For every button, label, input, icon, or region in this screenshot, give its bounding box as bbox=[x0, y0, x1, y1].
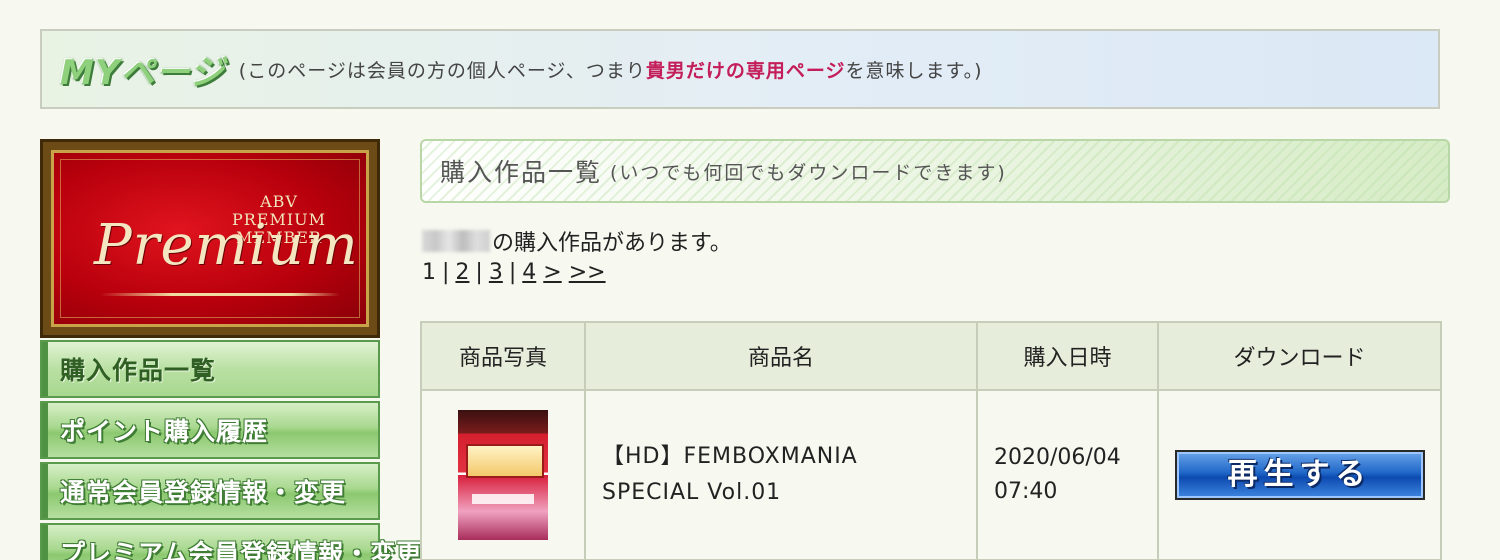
purchase-notice: の購入作品があります。 bbox=[422, 225, 732, 257]
premium-badge-inner: ABV PREMIUM MEMBER Premium bbox=[51, 150, 369, 327]
premium-badge-line3: MEMBER bbox=[236, 228, 322, 247]
section-title: 購入作品一覧 bbox=[440, 158, 603, 187]
sidebar-item-label: プレミアム会員登録情報・変更 bbox=[60, 539, 423, 560]
page-next-link[interactable]: > bbox=[543, 260, 561, 285]
header-date: 購入日時 bbox=[976, 321, 1159, 391]
premium-badge-script: Premium bbox=[94, 213, 359, 278]
sidebar-item-label: 通常会員登録情報・変更 bbox=[60, 478, 347, 507]
page-separator: | bbox=[475, 260, 483, 285]
product-name-cell: 【HD】FEMBOXMANIA SPECIAL Vol.01 bbox=[584, 390, 978, 560]
page-separator: | bbox=[508, 260, 517, 285]
purchased-items-table: 商品写真 商品名 購入日時 ダウンロード 【HD】FEMBOXMANIA SPE… bbox=[420, 321, 1442, 560]
mypage-description: (このページは会員の方の個人ページ、つまり貴男だけの専用ページを意味します。) bbox=[239, 56, 983, 83]
page-link-4[interactable]: 4 bbox=[522, 260, 536, 285]
sidebar-item-regular-member-info[interactable]: 通常会員登録情報・変更 bbox=[40, 462, 380, 520]
mypage-description-highlight: 貴男だけの専用ページ bbox=[645, 59, 846, 82]
premium-badge-text: ABV PREMIUM MEMBER bbox=[204, 193, 354, 247]
mypage-description-prefix: (このページは会員の方の個人ページ、つまり bbox=[238, 59, 646, 82]
sidebar-item-premium-member-info[interactable]: プレミアム会員登録情報・変更 bbox=[40, 523, 421, 560]
premium-badge-underline bbox=[100, 293, 340, 296]
premium-member-badge: ABV PREMIUM MEMBER Premium bbox=[40, 139, 380, 338]
page-link-3[interactable]: 3 bbox=[489, 260, 503, 285]
page-link-2[interactable]: 2 bbox=[455, 260, 469, 285]
play-button[interactable]: 再生する bbox=[1174, 450, 1425, 500]
section-header: 購入作品一覧 (いつでも何回でもダウンロードできます) bbox=[420, 139, 1450, 203]
sidebar-menu: 購入作品一覧 ポイント購入履歴 通常会員登録情報・変更 プレミアム会員登録情報・… bbox=[40, 340, 421, 560]
page-last-link[interactable]: >> bbox=[569, 260, 606, 285]
page-current: 1 bbox=[422, 260, 436, 285]
sidebar-item-purchased-list[interactable]: 購入作品一覧 bbox=[40, 340, 380, 398]
product-name-line2: SPECIAL Vol.01 bbox=[602, 480, 782, 505]
mypage-title: MYページ bbox=[60, 52, 225, 93]
table-header-row: 商品写真 商品名 購入日時 ダウンロード bbox=[420, 321, 1442, 391]
purchase-notice-text: の購入作品があります。 bbox=[492, 231, 732, 256]
premium-badge-line2: PREMIUM bbox=[231, 210, 327, 229]
product-name-line1: 【HD】FEMBOXMANIA bbox=[602, 444, 858, 469]
purchase-date: 2020/06/04 bbox=[994, 445, 1121, 470]
sidebar-item-label: ポイント購入履歴 bbox=[60, 417, 269, 446]
sidebar-item-label: 購入作品一覧 bbox=[60, 356, 217, 385]
download-cell: 再生する bbox=[1157, 390, 1442, 560]
header-download: ダウンロード bbox=[1157, 321, 1442, 391]
page-separator: | bbox=[442, 260, 450, 285]
blurred-username bbox=[422, 230, 490, 252]
mypage-banner: MYページ (このページは会員の方の個人ページ、つまり貴男だけの専用ページを意味… bbox=[40, 29, 1440, 109]
purchase-time: 07:40 bbox=[994, 479, 1058, 504]
pagination: 1 | 2 | 3 | 4 > >> bbox=[422, 260, 606, 285]
mypage-description-suffix: を意味します。) bbox=[845, 59, 983, 82]
sidebar-item-point-history[interactable]: ポイント購入履歴 bbox=[40, 401, 380, 459]
product-photo-cell bbox=[420, 390, 586, 560]
premium-badge-line1: ABV bbox=[260, 192, 298, 211]
section-subtitle: (いつでも何回でもダウンロードできます) bbox=[610, 161, 1007, 184]
table-row: 【HD】FEMBOXMANIA SPECIAL Vol.01 2020/06/0… bbox=[420, 390, 1442, 560]
header-photo: 商品写真 bbox=[420, 321, 586, 391]
product-thumbnail[interactable] bbox=[458, 410, 548, 540]
purchase-date-cell: 2020/06/04 07:40 bbox=[976, 390, 1159, 560]
header-name: 商品名 bbox=[584, 321, 978, 391]
